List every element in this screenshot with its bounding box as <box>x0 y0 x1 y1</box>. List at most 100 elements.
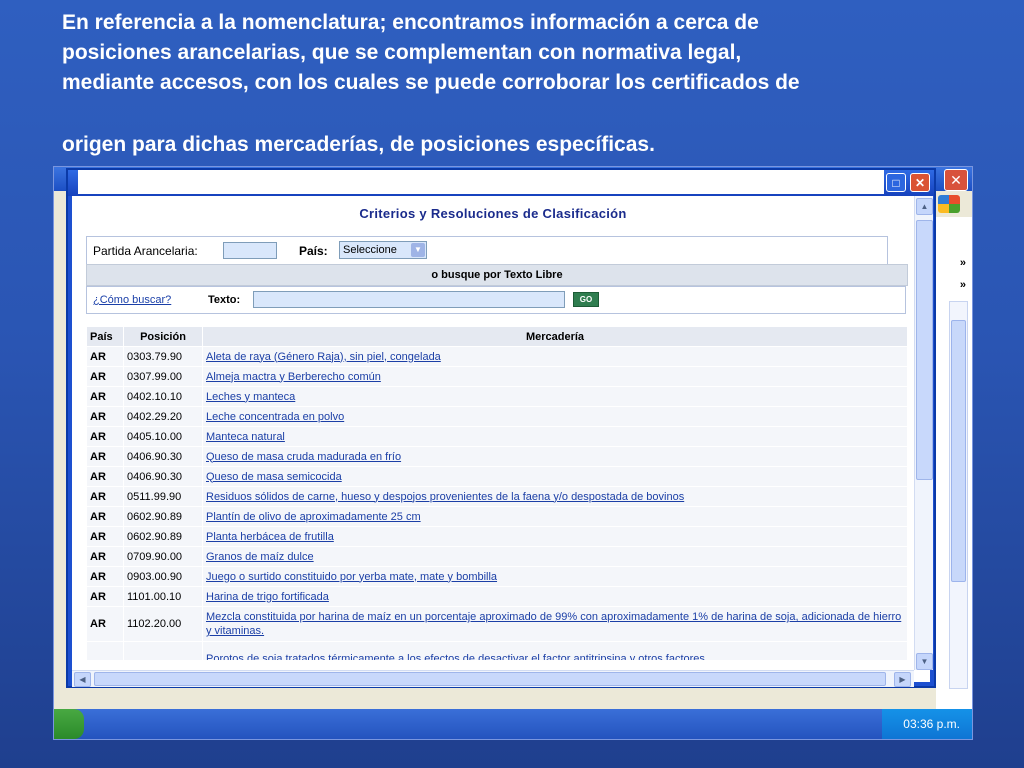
texto-input[interactable] <box>253 291 565 308</box>
vertical-scroll-thumb[interactable] <box>916 220 933 480</box>
mercaderia-link[interactable]: Juego o surtido constituido por yerba ma… <box>206 571 497 583</box>
table-row: AR 1102.20.00 Mezcla constituida por harin… <box>87 607 907 641</box>
pais-select-value: Seleccione <box>343 244 397 256</box>
scroll-up-icon[interactable]: ▲ <box>916 198 933 215</box>
slide-gap <box>62 98 1002 130</box>
taskbar: 03:36 p.m. <box>54 709 972 739</box>
mercaderia-link[interactable]: Granos de maíz dulce <box>206 551 314 563</box>
go-button[interactable]: GO <box>573 292 599 307</box>
cell-pais: AR <box>87 347 123 366</box>
horizontal-scroll-thumb[interactable] <box>94 672 886 686</box>
horizontal-scrollbar[interactable]: ◀ ▶ <box>72 670 914 687</box>
cell-pais <box>87 642 123 660</box>
cell-pais: AR <box>87 567 123 586</box>
cell-posicion: 0709.90.00 <box>124 547 202 566</box>
cell-pais: AR <box>87 547 123 566</box>
popup-window: □ ✕ Criterios y Resoluciones de Clasific… <box>66 168 936 688</box>
system-tray-clock: 03:36 p.m. <box>882 709 972 739</box>
mercaderia-link[interactable]: Leche concentrada en polvo <box>206 411 344 423</box>
mercaderia-link[interactable]: Porotos de soja tratados térmicamente a … <box>206 653 705 660</box>
cell-posicion: 0602.90.89 <box>124 527 202 546</box>
mercaderia-link[interactable]: Residuos sólidos de carne, hueso y despo… <box>206 491 684 503</box>
table-row: AR 0402.29.20 Leche concentrada en polvo <box>87 407 907 426</box>
scroll-down-icon[interactable]: ▼ <box>916 653 933 670</box>
cell-pais: AR <box>87 407 123 426</box>
table-row: AR 0511.99.90 Residuos sólidos de carne, h… <box>87 487 907 506</box>
chevron-right-icon[interactable]: » <box>960 257 966 269</box>
vertical-scrollbar[interactable]: ▲ ▼ <box>914 196 933 670</box>
cell-posicion: 1101.00.10 <box>124 587 202 606</box>
scroll-right-icon[interactable]: ▶ <box>894 672 911 687</box>
mercaderia-link[interactable]: Mezcla constituida por harina de maíz en… <box>206 611 901 637</box>
table-row: AR 0602.90.89 Planta herbácea de frutilla <box>87 527 907 546</box>
pais-select[interactable]: Seleccione ▼ <box>339 241 427 259</box>
cell-posicion: 1102.20.00 <box>124 607 202 641</box>
start-button[interactable] <box>54 709 84 739</box>
cell-mercaderia: Residuos sólidos de carne, hueso y despo… <box>203 487 907 506</box>
table-row: AR 1101.00.10 Harina de trigo fortificada <box>87 587 907 606</box>
texto-label: Texto: <box>208 294 241 306</box>
cell-posicion: 0406.90.30 <box>124 467 202 486</box>
cell-posicion: 0402.29.20 <box>124 407 202 426</box>
cell-mercaderia: Queso de masa semicocida <box>203 467 907 486</box>
mercaderia-link[interactable]: Harina de trigo fortificada <box>206 591 329 603</box>
partida-label: Partida Arancelaria: <box>93 244 198 258</box>
cell-posicion: 0602.90.89 <box>124 507 202 526</box>
table-row: AR 0903.00.90 Juego o surtido constituido … <box>87 567 907 586</box>
mercaderia-link[interactable]: Aleta de raya (Género Raja), sin piel, c… <box>206 351 441 363</box>
page-title: Criterios y Resoluciones de Clasificació… <box>359 206 627 221</box>
slide-line-4: origen para dichas mercaderías, de posic… <box>62 133 655 156</box>
cell-posicion: 0307.99.00 <box>124 367 202 386</box>
free-text-header: o busque por Texto Libre <box>86 264 908 286</box>
background-scroll-thumb[interactable] <box>951 320 966 582</box>
maximize-button[interactable]: □ <box>886 173 906 192</box>
mercaderia-link[interactable]: Almeja mactra y Berberecho común <box>206 371 381 383</box>
windows-logo-icon <box>938 195 960 213</box>
cell-pais: AR <box>87 487 123 506</box>
table-row: AR 0406.90.30 Queso de masa semicocida <box>87 467 907 486</box>
mercaderia-link[interactable]: Queso de masa semicocida <box>206 471 342 483</box>
cell-mercaderia: Juego o surtido constituido por yerba ma… <box>203 567 907 586</box>
slide-text: En referencia a la nomenclatura; encontr… <box>62 8 1002 160</box>
background-close-button[interactable]: ✕ <box>944 169 968 191</box>
cell-mercaderia: Porotos de soja tratados térmicamente a … <box>203 642 907 660</box>
table-row: Porotos de soja tratados térmicamente a … <box>87 642 907 660</box>
cell-mercaderia: Harina de trigo fortificada <box>203 587 907 606</box>
mercaderia-link[interactable]: Leches y manteca <box>206 391 295 403</box>
cell-pais: AR <box>87 367 123 386</box>
header-mercaderia: Mercadería <box>203 327 907 346</box>
results-table-wrapper: País Posición Mercadería AR 0303.79.90 Ale… <box>86 326 908 660</box>
table-row: AR 0405.10.00 Manteca natural <box>87 427 907 446</box>
chevron-down-icon[interactable]: ▼ <box>411 243 425 257</box>
slide-line-3: mediante accesos, con los cuales se pued… <box>62 71 800 94</box>
free-text-search-box: ¿Cómo buscar? Texto: GO <box>86 286 906 314</box>
title-overlay <box>78 170 884 194</box>
mercaderia-link[interactable]: Planta herbácea de frutilla <box>206 531 334 543</box>
table-row: AR 0303.79.90 Aleta de raya (Género Raja),… <box>87 347 907 366</box>
mercaderia-link[interactable]: Manteca natural <box>206 431 285 443</box>
cell-mercaderia: Granos de maíz dulce <box>203 547 907 566</box>
cell-mercaderia: Almeja mactra y Berberecho común <box>203 367 907 386</box>
mercaderia-link[interactable]: Queso de masa cruda madurada en frío <box>206 451 401 463</box>
popup-client-area: Criterios y Resoluciones de Clasificació… <box>72 196 933 687</box>
cell-pais: AR <box>87 507 123 526</box>
cell-mercaderia: Planta herbácea de frutilla <box>203 527 907 546</box>
mercaderia-link[interactable]: Plantín de olivo de aproximadamente 25 c… <box>206 511 421 523</box>
partida-search-box: Partida Arancelaria: País: Seleccione ▼ <box>86 236 888 266</box>
cell-mercaderia: Aleta de raya (Género Raja), sin piel, c… <box>203 347 907 366</box>
table-header-row: País Posición Mercadería <box>87 327 907 346</box>
results-table: País Posición Mercadería AR 0303.79.90 Ale… <box>86 326 908 660</box>
how-to-search-link[interactable]: ¿Cómo buscar? <box>93 294 171 306</box>
cell-pais: AR <box>87 607 123 641</box>
table-row: AR 0709.90.00 Granos de maíz dulce <box>87 547 907 566</box>
scroll-left-icon[interactable]: ◀ <box>74 672 91 687</box>
chevron-right-icon[interactable]: » <box>960 279 966 291</box>
pais-label: País: <box>299 244 328 258</box>
partida-input[interactable] <box>223 242 277 259</box>
cell-pais: AR <box>87 427 123 446</box>
cell-mercaderia: Manteca natural <box>203 427 907 446</box>
close-button[interactable]: ✕ <box>910 173 930 192</box>
background-scrollbar[interactable] <box>949 301 968 689</box>
table-row: AR 0402.10.10 Leches y manteca <box>87 387 907 406</box>
cell-pais: AR <box>87 467 123 486</box>
